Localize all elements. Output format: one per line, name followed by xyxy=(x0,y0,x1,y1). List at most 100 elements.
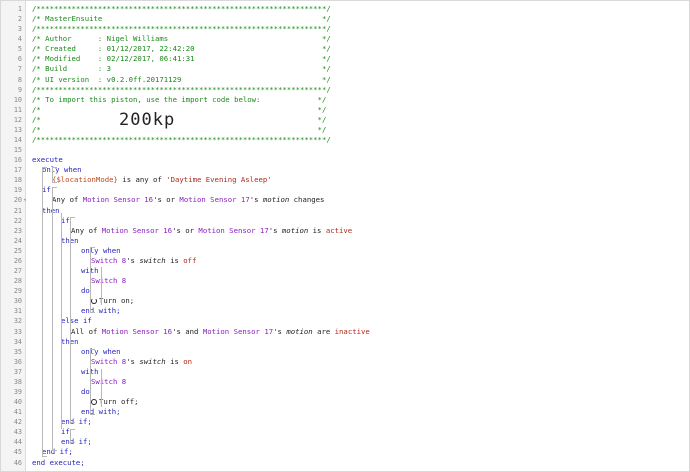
code-text: /* Author : Nigel Williams */ xyxy=(32,34,331,44)
line-number: 5 xyxy=(17,45,22,54)
if-guide-empty xyxy=(70,429,75,443)
code-text: if xyxy=(61,427,70,437)
device-name: Motion Sensor 16 xyxy=(82,195,154,205)
code-token: is xyxy=(308,225,326,235)
attribute-name: motion xyxy=(262,195,290,205)
code-text: Turn on; xyxy=(91,296,134,306)
code-line: 22 if xyxy=(1,216,689,226)
code-line: 30 Turn on; xyxy=(1,296,689,306)
line-number: 6 xyxy=(17,55,22,64)
trigger-bolt-icon: ⚡ xyxy=(23,196,27,205)
line-number: 42 xyxy=(13,418,22,427)
code-text: Turn off; xyxy=(91,397,139,407)
code-text: only when xyxy=(81,347,121,357)
comment-line: 8 /* UI version : v0.2.0ff.20171129 */ xyxy=(1,75,689,85)
code-text: /***************************************… xyxy=(32,4,331,13)
attribute-name: motion xyxy=(281,225,309,235)
keyword: execute xyxy=(32,155,63,165)
line-number: 24 xyxy=(13,236,22,245)
line-number: 30 xyxy=(13,297,22,306)
line-number: 46 xyxy=(13,458,22,467)
code-text: do xyxy=(81,286,90,296)
device-name: Switch 8 xyxy=(91,356,127,366)
line-number: 7 xyxy=(17,65,22,74)
code-text: Switch 8 xyxy=(91,377,126,387)
keyword: only when xyxy=(42,165,82,175)
code-text: if xyxy=(42,185,51,195)
code-text: /* To import this piston, use the import… xyxy=(32,94,327,104)
line-number: 20 xyxy=(13,196,22,205)
code-line: 39 do xyxy=(1,387,689,397)
line-number: 11 xyxy=(13,105,22,114)
code-line: 46 end execute; xyxy=(1,458,689,468)
line-number: 25 xyxy=(13,246,22,255)
code-line: 38 Switch 8 xyxy=(1,377,689,387)
device-name: Switch 8 xyxy=(91,255,127,265)
keyword: else if xyxy=(61,316,92,326)
code-text: Any of Motion Sensor 16's or Motion Sens… xyxy=(52,195,324,205)
keyword: if xyxy=(61,215,70,225)
code-text: only when xyxy=(42,165,82,175)
comment-line: 7 /* Build : 3 */ xyxy=(1,64,689,74)
code-text: do xyxy=(81,387,90,397)
device-name: Motion Sensor 16 xyxy=(101,225,173,235)
value: on xyxy=(183,356,193,366)
code-token: 's xyxy=(268,225,282,235)
if-guide-inner xyxy=(70,217,75,423)
keyword: end with; xyxy=(81,306,121,316)
line-number: 35 xyxy=(13,347,22,356)
line-number: 28 xyxy=(13,277,22,286)
code-text: /* UI version : v0.2.0ff.20171129 */ xyxy=(32,74,331,84)
comment-line: 13 /* */ xyxy=(1,125,689,135)
value: inactive xyxy=(334,326,370,336)
code-text: /***************************************… xyxy=(32,84,331,94)
device-name: Motion Sensor 17 xyxy=(179,195,250,205)
code-text: /* Created : 01/12/2017, 22:42:20 */ xyxy=(32,44,331,54)
code-token: Any of xyxy=(52,195,83,205)
keyword: if xyxy=(42,185,51,195)
code-line: 20 ⚡ Any of Motion Sensor 16's or Motion S… xyxy=(1,195,689,205)
line-number: 37 xyxy=(13,367,22,376)
line-number: 10 xyxy=(13,95,22,104)
code-line: 36 Switch 8's switch is on xyxy=(1,357,689,367)
line-number: 29 xyxy=(13,287,22,296)
line-number: 2 xyxy=(17,15,22,24)
code-line: 26 Switch 8's switch is off xyxy=(1,256,689,266)
code-token: 's xyxy=(126,255,140,265)
code-token: Turn off; xyxy=(99,397,139,407)
code-text: Any of Motion Sensor 16's or Motion Sens… xyxy=(71,226,352,236)
variable: {$locationMode} xyxy=(52,175,118,185)
code-text: only when xyxy=(81,246,121,256)
code-text: end with; xyxy=(81,407,121,417)
line-number: 15 xyxy=(13,146,22,155)
device-name: Motion Sensor 16 xyxy=(101,326,173,336)
code-line: 29 do xyxy=(1,286,689,296)
do-guide-1 xyxy=(101,267,102,305)
comment-line: 3 /**************************************… xyxy=(1,24,689,34)
then-guide-outer xyxy=(61,213,62,429)
keyword: end if; xyxy=(61,417,92,427)
code-text: /***************************************… xyxy=(32,135,331,145)
line-number: 41 xyxy=(13,408,22,417)
comment-line: 4 /* Author : Nigel Williams */ xyxy=(1,34,689,44)
do-guide-2 xyxy=(101,369,102,407)
code-line: 15 xyxy=(1,145,689,155)
comment-line: 9 /**************************************… xyxy=(1,85,689,95)
keyword: end with; xyxy=(81,407,121,417)
execute-block-guide xyxy=(42,167,47,457)
code-line: 31 end with; xyxy=(1,306,689,316)
line-number: 4 xyxy=(17,35,22,44)
code-line: 37 with xyxy=(1,367,689,377)
line-number: 22 xyxy=(13,216,22,225)
keyword: only when xyxy=(81,346,121,356)
code-token: are xyxy=(312,326,335,336)
code-line: 41 end with; xyxy=(1,407,689,417)
code-line: 34 then xyxy=(1,337,689,347)
code-text: /***************************************… xyxy=(32,24,331,34)
code-text: All of Motion Sensor 16's and Motion Sen… xyxy=(71,327,370,337)
code-line: 42 end if; xyxy=(1,417,689,427)
keyword: end if; xyxy=(61,437,92,447)
attribute-name: switch xyxy=(139,255,166,265)
code-token: is xyxy=(165,356,184,366)
only-when-guide-1 xyxy=(90,247,95,313)
